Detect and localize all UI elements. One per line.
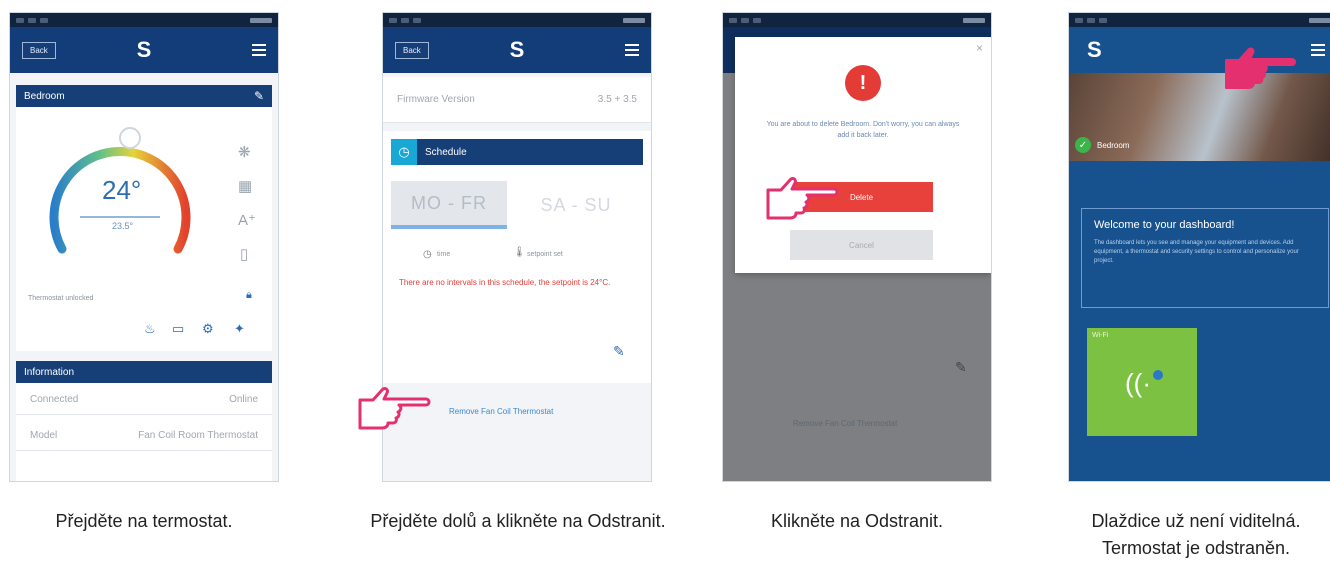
thermostat-status: Thermostat unlocked — [28, 295, 94, 302]
close-icon[interactable]: × — [976, 41, 983, 55]
lock-icon[interactable]: 🔒︎ — [246, 289, 252, 302]
thermostat-card: Bedroom ✎ 24° 23.5° ❋ ▦ A⁺ ▯ Thermostat … — [16, 85, 272, 351]
welcome-panel: Welcome to your dashboard! The dashboard… — [1081, 208, 1329, 308]
heat-icon[interactable]: ♨︎ — [144, 321, 156, 337]
app-header: Back S — [10, 27, 278, 73]
status-bar — [10, 13, 278, 27]
legend-time: time — [437, 251, 451, 258]
legend-setpoint: setpoint set — [527, 251, 563, 258]
step-caption: Dlaždice už není viditelná. Termostat je… — [1091, 511, 1301, 558]
status-badge — [1153, 370, 1163, 380]
info-row: Connected Online — [16, 385, 272, 415]
firmware-row: Firmware Version 3.5 + 3.5 — [383, 77, 651, 123]
information-card: Information Connected Online Model Fan C… — [16, 361, 272, 481]
set-temperature: 24° — [102, 175, 142, 205]
dashboard: ✓ Bedroom Welcome to your dashboard! The… — [1069, 73, 1330, 481]
info-label: Model — [30, 430, 58, 441]
screen-thermostat: Back S Bedroom ✎ 24° 23.5° ❋ ▦ A⁺ ▯ Ther… — [9, 12, 279, 482]
room-label: Bedroom — [1097, 141, 1130, 150]
menu-icon[interactable] — [1311, 44, 1325, 56]
remove-thermostat-link: Remove Fan Coil Thermostat — [793, 419, 898, 428]
edit-schedule-icon[interactable]: ✎ — [613, 343, 625, 360]
gear-icon[interactable]: ⚙︎ — [202, 321, 214, 337]
display-icon[interactable]: ▭ — [172, 321, 184, 337]
firmware-value: 3.5 + 3.5 — [597, 94, 637, 105]
welcome-text: The dashboard lets you see and manage yo… — [1094, 240, 1299, 264]
app-header: Back S — [383, 27, 651, 73]
font-size-icon[interactable]: A⁺ — [238, 211, 256, 229]
tab-weekday[interactable]: MO - FR — [391, 181, 507, 229]
wifi-icon: ((· — [1125, 368, 1151, 398]
alert-icon: ! — [845, 65, 881, 101]
schedule-title: Schedule — [425, 146, 467, 158]
remove-thermostat-link[interactable]: Remove Fan Coil Thermostat — [449, 407, 553, 416]
menu-icon[interactable] — [625, 44, 639, 56]
pointing-hand-icon — [356, 386, 431, 434]
back-button[interactable]: Back — [395, 41, 429, 59]
step-caption: Klikněte na Odstranit. — [770, 511, 944, 531]
current-temperature: 23.5° — [112, 221, 134, 231]
room-title: Bedroom — [24, 90, 65, 102]
app-logo: S — [1087, 37, 1102, 62]
pointing-hand-icon — [1222, 46, 1296, 94]
calendar-icon[interactable]: ▦ — [238, 177, 252, 195]
information-title: Information — [24, 366, 75, 378]
info-value: Fan Coil Room Thermostat — [138, 430, 258, 441]
tile-title: Wi-Fi — [1092, 332, 1109, 339]
thermometer-icon: 🌡︎ — [513, 247, 526, 258]
menu-icon[interactable] — [252, 44, 266, 56]
wifi-tile[interactable]: Wi-Fi ((· — [1087, 328, 1197, 436]
info-value: Online — [229, 394, 258, 405]
back-button[interactable]: Back — [22, 41, 56, 59]
delete-message: You are about to delete Bedroom. Don't w… — [766, 121, 960, 139]
clock-icon: ◷ — [391, 139, 417, 165]
step-caption: Přejděte dolů a klikněte na Odstranit. — [370, 511, 666, 531]
status-bar — [723, 13, 991, 27]
fan-icon[interactable]: ❋ — [238, 143, 251, 161]
information-header: Information — [16, 361, 272, 383]
app-logo: S — [136, 37, 152, 62]
tab-weekend[interactable]: SA - SU — [507, 181, 645, 229]
dial-handle — [119, 127, 141, 149]
edit-icon: ✎ — [955, 359, 967, 375]
cancel-button[interactable]: Cancel — [790, 230, 933, 260]
pointing-hand-icon — [764, 176, 839, 224]
delete-dialog: × ! You are about to delete Bedroom. Don… — [735, 37, 991, 273]
status-bar — [1069, 13, 1330, 27]
status-bar — [383, 13, 651, 27]
check-icon: ✓ — [1075, 137, 1091, 153]
screen-delete-confirm: ✎ Remove Fan Coil Thermostat × ! You are… — [722, 12, 992, 482]
firmware-label: Firmware Version — [397, 94, 475, 105]
clock-legend-icon: ◷ — [423, 249, 432, 260]
room-header: Bedroom ✎ — [16, 85, 272, 107]
info-row: Model Fan Coil Room Thermostat — [16, 421, 272, 451]
info-label: Connected — [30, 394, 79, 405]
device-icon[interactable]: ▯ — [240, 245, 248, 263]
welcome-title: Welcome to your dashboard! — [1094, 219, 1235, 231]
schedule-warning: There are no intervals in this schedule,… — [399, 278, 611, 287]
pin-icon[interactable]: ✦ — [234, 321, 245, 337]
app-logo: S — [509, 37, 525, 62]
edit-icon[interactable]: ✎ — [254, 89, 264, 103]
schedule-header: ◷ Schedule — [391, 139, 643, 165]
step-caption: Přejděte na termostat. — [55, 511, 233, 531]
